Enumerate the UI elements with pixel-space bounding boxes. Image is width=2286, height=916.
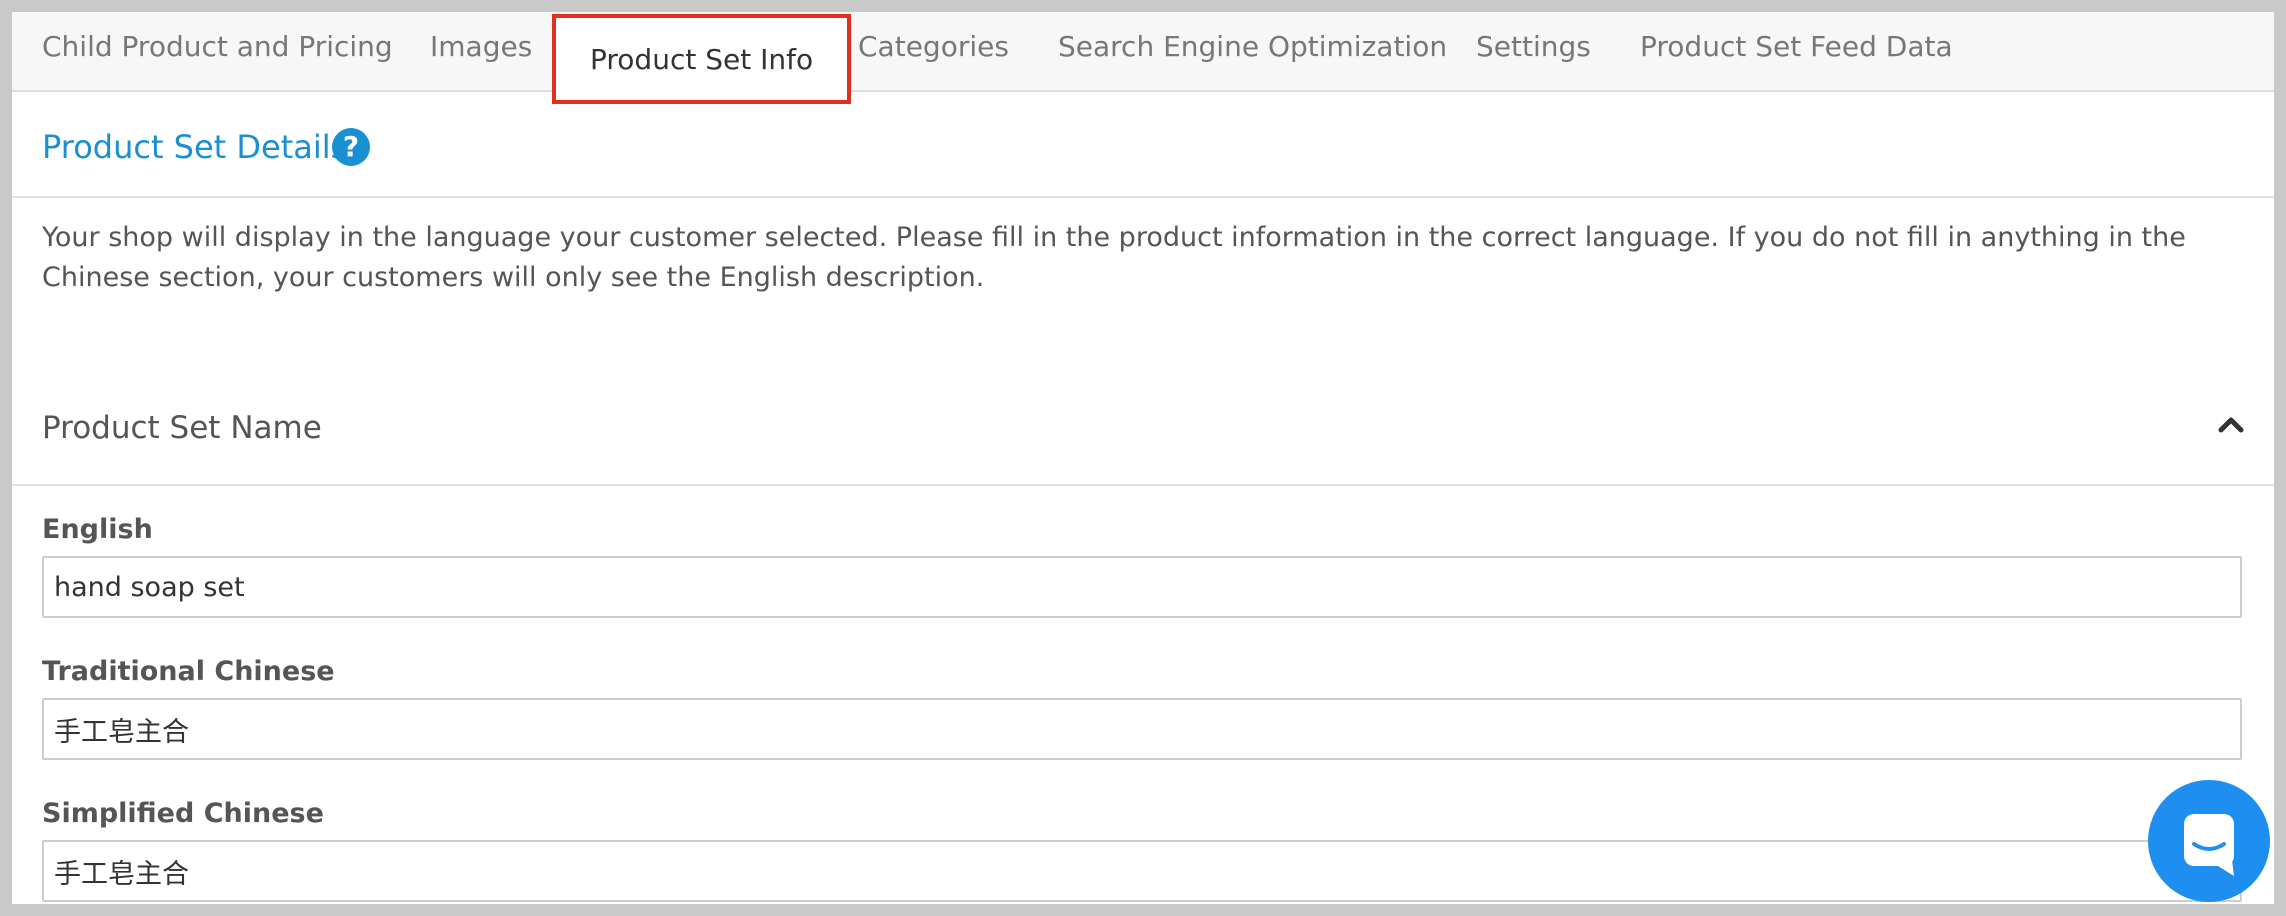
- traditional-chinese-name-input[interactable]: [42, 698, 2242, 760]
- chat-widget-icon: [2184, 814, 2234, 876]
- tab-seo[interactable]: Search Engine Optimization: [1058, 30, 1447, 63]
- product-editor-panel: Child Product and Pricing Images Product…: [0, 0, 2286, 916]
- section-title: Product Set Name: [42, 410, 322, 446]
- product-set-name-section-header[interactable]: Product Set Name: [12, 372, 2274, 486]
- tab-images[interactable]: Images: [430, 30, 532, 63]
- simplified-chinese-label: Simplified Chinese: [42, 798, 324, 829]
- english-name-input[interactable]: [42, 556, 2242, 618]
- page-title: Product Set Details: [42, 128, 348, 166]
- chevron-up-icon[interactable]: [2216, 410, 2246, 440]
- product-set-details-header: Product Set Details ?: [12, 92, 2274, 198]
- tab-product-set-info[interactable]: Product Set Info: [552, 14, 852, 104]
- tab-bar: Child Product and Pricing Images Product…: [12, 12, 2274, 104]
- chat-widget-button[interactable]: [2148, 780, 2270, 902]
- language-notice: Your shop will display in the language y…: [42, 222, 2186, 293]
- tab-settings[interactable]: Settings: [1476, 30, 1591, 63]
- question-circle-icon[interactable]: ?: [332, 128, 370, 166]
- traditional-chinese-label: Traditional Chinese: [42, 656, 335, 687]
- simplified-chinese-name-input[interactable]: [42, 840, 2242, 902]
- tab-product-set-feed-data[interactable]: Product Set Feed Data: [1640, 30, 1953, 63]
- tab-categories[interactable]: Categories: [858, 30, 1009, 63]
- english-label: English: [42, 514, 153, 545]
- tab-child-product-pricing[interactable]: Child Product and Pricing: [42, 30, 393, 63]
